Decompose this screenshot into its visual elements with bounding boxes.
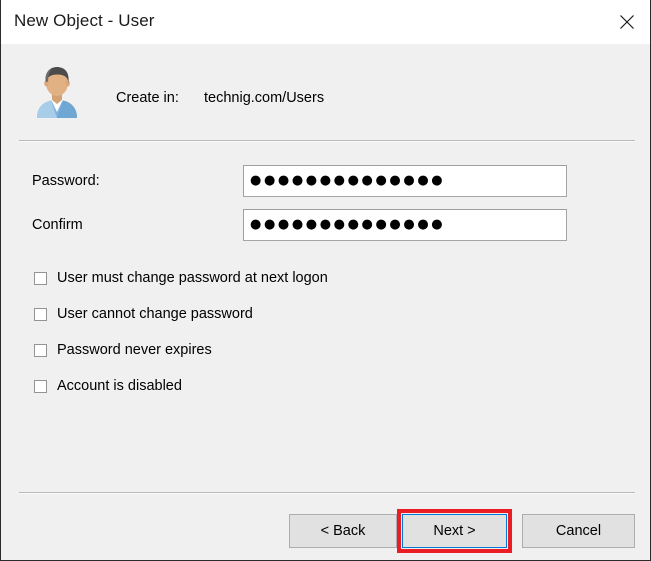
checkbox-icon[interactable] (34, 379, 47, 393)
close-icon[interactable] (604, 0, 650, 43)
title-bar: New Object - User (1, 0, 650, 44)
checkbox-row-user-cannot-change-password[interactable]: User cannot change password (34, 304, 253, 324)
checkbox-icon[interactable] (34, 307, 47, 321)
window-title: New Object - User (14, 11, 155, 30)
checkbox-label: User cannot change password (57, 306, 253, 322)
confirm-password-input[interactable]: ●●●●●●●●●●●●●● (243, 209, 567, 241)
create-in-path: technig.com/Users (204, 90, 325, 106)
dialog-client-area: Create in: technig.com/Users Password: ●… (1, 44, 650, 560)
checkbox-row-password-never-expires[interactable]: Password never expires (34, 340, 212, 360)
create-in-row: Create in: technig.com/Users (1, 44, 650, 140)
password-label: Password: (32, 173, 100, 189)
new-object-user-dialog: New Object - User Create in: technig.com… (0, 0, 651, 561)
footer-separator (19, 492, 635, 494)
checkbox-row-user-must-change-password[interactable]: User must change password at next logon (34, 268, 328, 288)
checkbox-icon[interactable] (34, 271, 47, 285)
checkbox-icon[interactable] (34, 343, 47, 357)
confirm-password-label: Confirm (32, 217, 83, 233)
checkbox-label: Account is disabled (57, 378, 182, 394)
back-button[interactable]: < Back (289, 514, 397, 548)
header-separator (19, 140, 635, 142)
checkbox-label: User must change password at next logon (57, 270, 328, 286)
cancel-button[interactable]: Cancel (522, 514, 635, 548)
password-input[interactable]: ●●●●●●●●●●●●●● (243, 165, 567, 197)
checkbox-label: Password never expires (57, 342, 212, 358)
create-in-label: Create in: (116, 90, 179, 106)
user-avatar-icon (37, 67, 77, 118)
next-button[interactable]: Next > (402, 514, 507, 548)
checkbox-row-account-is-disabled[interactable]: Account is disabled (34, 376, 182, 396)
